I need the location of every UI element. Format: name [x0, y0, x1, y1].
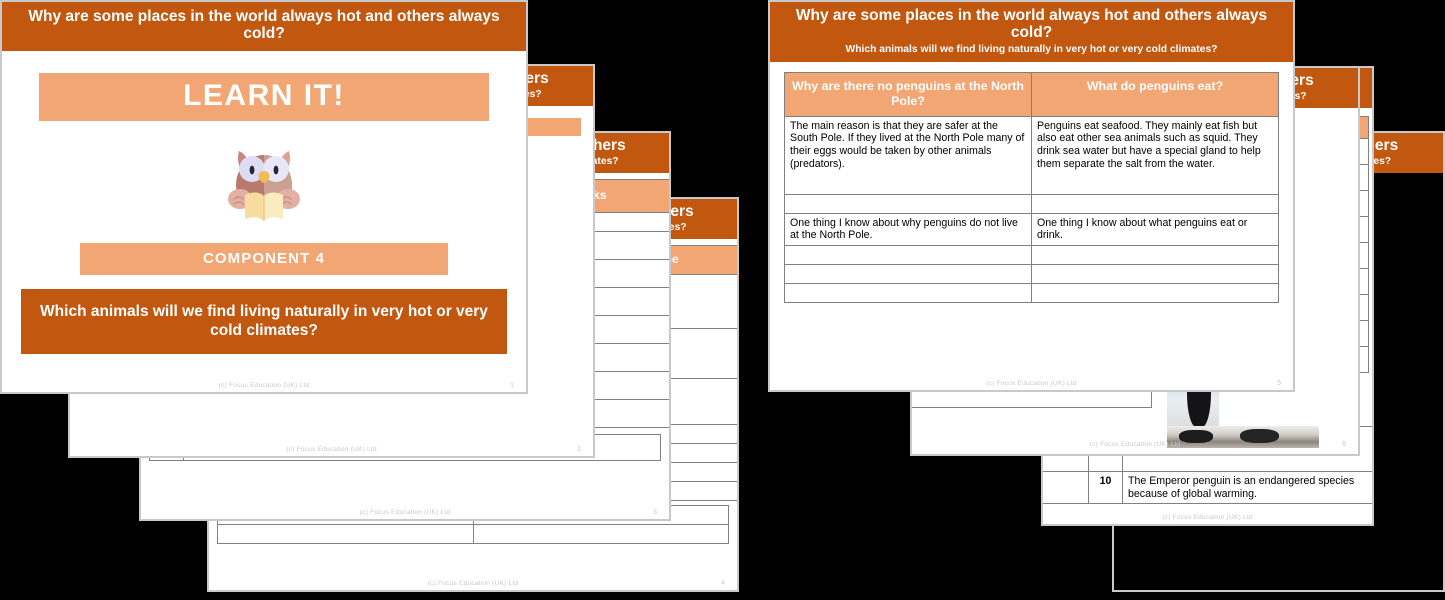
slide-5-cell-4-0 — [784, 264, 1032, 285]
slide-5-cell-1-0 — [784, 193, 1032, 214]
slide-5-cell-0-1: Penguins eat seafood. They mainly eat fi… — [1031, 115, 1279, 195]
slide-4-footer: (c) Focus Education (UK) Ltd — [427, 580, 519, 587]
slide-3-page-number: 3 — [653, 509, 657, 516]
slide-thumbnail-board: others nates? n the ⁠out or birds if a b… — [0, 0, 1445, 600]
slide-5-cell-3-1 — [1031, 245, 1279, 266]
slide-title-5: Why are some places in the world always … — [795, 7, 1268, 42]
slide-5-header-eat: What do penguins eat? — [1031, 72, 1279, 117]
slide-5-cell-2-0: One thing I know about why penguins do n… — [784, 212, 1032, 247]
slide-1-footer: (c) Focus Education (UK) Ltd — [218, 382, 310, 389]
slide-5-header-north-pole: Why are there no penguins at the North P… — [784, 72, 1032, 117]
slide-5-footer: (c) Focus Education (UK) Ltd — [986, 380, 1077, 387]
slide-5-cell-5-1 — [1031, 283, 1279, 304]
slide-7-footer: (c) Focus Education (UK) Ltd — [1162, 514, 1253, 521]
component-banner: COMPONENT 4 — [80, 242, 448, 275]
slide-thumbnail-5[interactable]: Why are some places in the world always … — [768, 0, 1295, 392]
slide-6-page-number: 6 — [1342, 441, 1346, 448]
slide-4-low-d — [472, 524, 729, 545]
slide-5-cell-3-0 — [784, 245, 1032, 266]
slide-1-page-number: 1 — [510, 382, 514, 389]
slide-5-page-number: 5 — [1277, 380, 1281, 387]
slide-7-fact-10: The Emperor penguin is an endangered spe… — [1122, 470, 1372, 505]
slide-5-cell-1-1 — [1031, 193, 1279, 214]
slide-7-num-10: 10 — [1088, 470, 1123, 505]
slide-thumbnail-1[interactable]: Why are some places in the world always … — [0, 0, 528, 394]
slide-4-low-c — [217, 524, 474, 545]
slide-7-left-blank — [1043, 470, 1089, 505]
slide-3-footer: (c) Focus Education (UK) Ltd — [359, 509, 451, 516]
slide-2-page-number: 2 — [577, 446, 581, 453]
big-question-banner: Which animals will we find living natura… — [21, 288, 507, 355]
slide-2-footer: (c) Focus Education (UK) Ltd — [286, 446, 377, 453]
slide-5-cell-2-1: One thing I know about what penguins eat… — [1031, 212, 1279, 247]
slide-subtitle-5: Which animals will we find living natura… — [845, 43, 1218, 55]
slide-4-page-number: 4 — [721, 580, 725, 587]
slide-5-penguin-table: Why are there no penguins at the North P… — [784, 72, 1279, 304]
slide-5-cell-0-0: The main reason is that they are safer a… — [784, 115, 1032, 195]
slide-title-1: Why are some places in the world always … — [28, 8, 500, 43]
learn-it-banner: LEARN IT! — [39, 72, 489, 121]
slide-header-5: Why are some places in the world always … — [770, 2, 1293, 63]
slide-6-footer: (c) Focus Education (UK) Ltd — [1089, 441, 1181, 448]
slide-5-cell-5-0 — [784, 283, 1032, 304]
owl-reading-book-icon — [2, 129, 526, 233]
slide-header-1: Why are some places in the world always … — [2, 2, 526, 51]
slide-5-cell-4-1 — [1031, 264, 1279, 285]
